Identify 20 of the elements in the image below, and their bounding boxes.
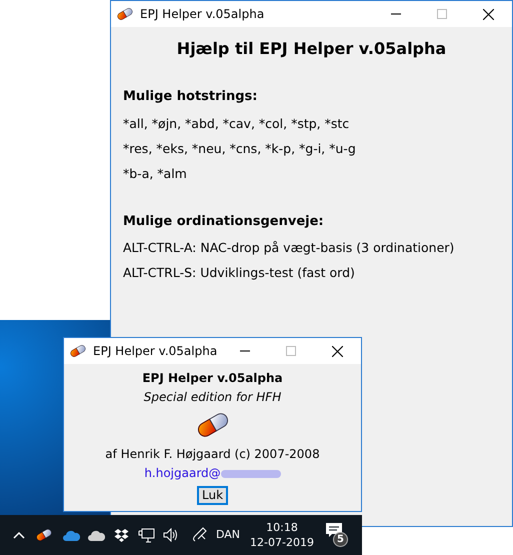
email-link[interactable]: h.hojgaard@ bbox=[144, 464, 221, 483]
help-line: ALT-CTRL-A: NAC-drop på vægt-basis (3 ordinationer) bbox=[123, 239, 456, 257]
time-text: 10:18 bbox=[266, 520, 298, 535]
author-text: af Henrik F. Højgaard (c) 2007-2008 bbox=[105, 446, 320, 463]
language-indicator[interactable]: DAN bbox=[216, 526, 240, 544]
help-line: ALT-CTRL-S: Udviklings-test (fast ord) bbox=[123, 264, 356, 282]
edition-text: Special edition for HFH bbox=[144, 389, 282, 406]
section-heading: Mulige ordinationsgenveje: bbox=[123, 212, 325, 230]
help-heading: Hjælp til EPJ Helper v.05alpha bbox=[176, 38, 448, 60]
section-heading: Mulige hotstrings: bbox=[123, 88, 258, 106]
window-title: EPJ Helper v.05alpha bbox=[93, 343, 218, 360]
help-line: *b-a, *alm bbox=[123, 164, 188, 182]
help-line: *all, *øjn, *abd, *cav, *col, *stp, *stc bbox=[123, 114, 350, 133]
notification-badge: 5 bbox=[332, 532, 348, 547]
app-name: EPJ Helper v.05alpha bbox=[142, 370, 283, 387]
help-line: *res, *eks, *neu, *cns, *k-p, *g-i, *u-g bbox=[123, 140, 357, 158]
close-button[interactable]: Luk bbox=[196, 486, 228, 505]
window-title: EPJ Helper v.05alpha bbox=[140, 6, 264, 23]
clock[interactable]: 10:18 12-07-2019 bbox=[250, 520, 314, 550]
date-text: 12-07-2019 bbox=[250, 535, 314, 550]
